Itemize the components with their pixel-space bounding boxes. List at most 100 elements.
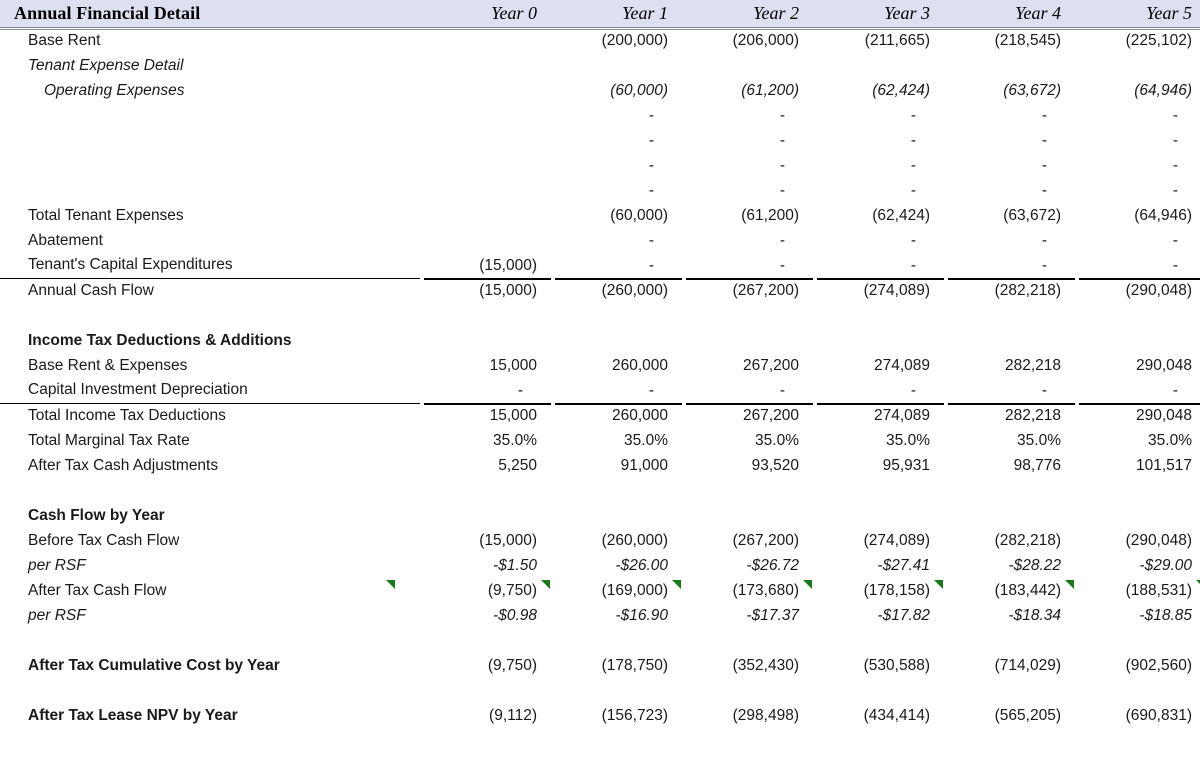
cell-after-tax-per-rsf-y1[interactable]: -$16.90 [551,603,682,628]
cell-income-tax-section-y2[interactable] [682,328,813,353]
cell-tenant-expense-detail-y3[interactable] [813,53,944,78]
cell-total-marginal-tax-rate-y5[interactable]: 35.0% [1075,428,1200,453]
cell-total-tenant-expenses-y3[interactable]: (62,424) [813,203,944,228]
cell-total-marginal-tax-rate-y0[interactable]: 35.0% [420,428,551,453]
cell-total-income-tax-deductions-y2[interactable]: 267,200 [682,403,813,428]
cell-total-marginal-tax-rate-y1[interactable]: 35.0% [551,428,682,453]
cell-blank-expense-1-y3[interactable]: - [813,103,944,128]
cell-before-tax-per-rsf-y5[interactable]: -$29.00 [1075,553,1200,578]
cell-blank-expense-1-y1[interactable]: - [551,103,682,128]
cell-before-tax-cash-flow-y3[interactable]: (274,089) [813,528,944,553]
cell-after-tax-per-rsf-y4[interactable]: -$18.34 [944,603,1075,628]
cell-base-rent-and-expenses-y1[interactable]: 260,000 [551,353,682,378]
cell-tenant-expense-detail-y2[interactable] [682,53,813,78]
cell-income-tax-section-y5[interactable] [1075,328,1200,353]
cell-before-tax-cash-flow-y5[interactable]: (290,048) [1075,528,1200,553]
cell-after-tax-cash-adjustments-y1[interactable]: 91,000 [551,453,682,478]
cell-after-tax-per-rsf-y5[interactable]: -$18.85 [1075,603,1200,628]
cell-after-tax-cash-adjustments-y4[interactable]: 98,776 [944,453,1075,478]
cell-base-rent-and-expenses-y0[interactable]: 15,000 [420,353,551,378]
cell-tenant-expense-detail-y5[interactable] [1075,53,1200,78]
cell-cash-flow-section-y1[interactable] [551,503,682,528]
cell-tenants-capital-expenditures-y4[interactable]: - [944,253,1075,280]
cell-after-tax-cumulative-cost-y5[interactable]: (902,560) [1075,653,1200,678]
cell-operating-expenses-y1[interactable]: (60,000) [551,78,682,103]
cell-cash-flow-section-y5[interactable] [1075,503,1200,528]
cell-abatement-y5[interactable]: - [1075,228,1200,253]
cell-blank-expense-2-y3[interactable]: - [813,128,944,153]
cell-blank-expense-1-y4[interactable]: - [944,103,1075,128]
cell-blank-expense-4-y5[interactable]: - [1075,178,1200,203]
cell-blank-expense-1-y0[interactable] [420,103,551,128]
cell-operating-expenses-y0[interactable] [420,78,551,103]
cell-total-income-tax-deductions-y3[interactable]: 274,089 [813,403,944,428]
cell-total-tenant-expenses-y5[interactable]: (64,946) [1075,203,1200,228]
cell-after-tax-cash-flow-y3[interactable]: (178,158) [813,578,944,603]
cell-base-rent-y0[interactable] [420,28,551,53]
cell-income-tax-section-y3[interactable] [813,328,944,353]
cell-blank-expense-2-y2[interactable]: - [682,128,813,153]
cell-total-marginal-tax-rate-y4[interactable]: 35.0% [944,428,1075,453]
cell-blank-expense-4-y0[interactable] [420,178,551,203]
cell-base-rent-y1[interactable]: (200,000) [551,28,682,53]
cell-capital-investment-depreciation-y0[interactable]: - [420,378,551,405]
cell-blank-expense-1-y5[interactable]: - [1075,103,1200,128]
cell-abatement-y0[interactable] [420,228,551,253]
cell-total-income-tax-deductions-y5[interactable]: 290,048 [1075,403,1200,428]
cell-tenants-capital-expenditures-y3[interactable]: - [813,253,944,280]
cell-tenants-capital-expenditures-y0[interactable]: (15,000) [420,253,551,280]
cell-abatement-y4[interactable]: - [944,228,1075,253]
cell-before-tax-cash-flow-y0[interactable]: (15,000) [420,528,551,553]
cell-after-tax-cash-adjustments-y0[interactable]: 5,250 [420,453,551,478]
cell-total-tenant-expenses-y2[interactable]: (61,200) [682,203,813,228]
cell-annual-cash-flow-y2[interactable]: (267,200) [682,278,813,303]
cell-blank-expense-4-y1[interactable]: - [551,178,682,203]
cell-tenants-capital-expenditures-y1[interactable]: - [551,253,682,280]
cell-annual-cash-flow-y4[interactable]: (282,218) [944,278,1075,303]
cell-before-tax-cash-flow-y4[interactable]: (282,218) [944,528,1075,553]
cell-tenant-expense-detail-y4[interactable] [944,53,1075,78]
cell-blank-expense-4-y3[interactable]: - [813,178,944,203]
cell-after-tax-cash-adjustments-y5[interactable]: 101,517 [1075,453,1200,478]
cell-cash-flow-section-y4[interactable] [944,503,1075,528]
cell-capital-investment-depreciation-y1[interactable]: - [551,378,682,405]
cell-after-tax-cumulative-cost-y4[interactable]: (714,029) [944,653,1075,678]
cell-income-tax-section-y4[interactable] [944,328,1075,353]
cell-before-tax-cash-flow-y1[interactable]: (260,000) [551,528,682,553]
cell-blank-expense-3-y5[interactable]: - [1075,153,1200,178]
cell-total-marginal-tax-rate-y3[interactable]: 35.0% [813,428,944,453]
cell-annual-cash-flow-y1[interactable]: (260,000) [551,278,682,303]
cell-income-tax-section-y1[interactable] [551,328,682,353]
cell-annual-cash-flow-y3[interactable]: (274,089) [813,278,944,303]
cell-before-tax-per-rsf-y3[interactable]: -$27.41 [813,553,944,578]
cell-base-rent-and-expenses-y5[interactable]: 290,048 [1075,353,1200,378]
cell-after-tax-cash-adjustments-y3[interactable]: 95,931 [813,453,944,478]
cell-income-tax-section-y0[interactable] [420,328,551,353]
cell-after-tax-lease-npv-y4[interactable]: (565,205) [944,703,1075,728]
cell-capital-investment-depreciation-y3[interactable]: - [813,378,944,405]
cell-blank-expense-3-y1[interactable]: - [551,153,682,178]
cell-after-tax-cumulative-cost-y0[interactable]: (9,750) [420,653,551,678]
cell-after-tax-cash-flow-y5[interactable]: (188,531) [1075,578,1200,603]
cell-after-tax-lease-npv-y1[interactable]: (156,723) [551,703,682,728]
cell-tenant-expense-detail-y1[interactable] [551,53,682,78]
cell-base-rent-y5[interactable]: (225,102) [1075,28,1200,53]
cell-before-tax-per-rsf-y1[interactable]: -$26.00 [551,553,682,578]
cell-cash-flow-section-y2[interactable] [682,503,813,528]
cell-blank-expense-1-y2[interactable]: - [682,103,813,128]
cell-tenants-capital-expenditures-y2[interactable]: - [682,253,813,280]
cell-blank-expense-4-y2[interactable]: - [682,178,813,203]
cell-operating-expenses-y4[interactable]: (63,672) [944,78,1075,103]
cell-total-tenant-expenses-y4[interactable]: (63,672) [944,203,1075,228]
cell-after-tax-lease-npv-y3[interactable]: (434,414) [813,703,944,728]
cell-total-marginal-tax-rate-y2[interactable]: 35.0% [682,428,813,453]
cell-after-tax-per-rsf-y3[interactable]: -$17.82 [813,603,944,628]
cell-after-tax-cumulative-cost-y3[interactable]: (530,588) [813,653,944,678]
cell-annual-cash-flow-y5[interactable]: (290,048) [1075,278,1200,303]
cell-blank-expense-2-y0[interactable] [420,128,551,153]
cell-cash-flow-section-y0[interactable] [420,503,551,528]
cell-after-tax-cash-flow-y1[interactable]: (169,000) [551,578,682,603]
cell-capital-investment-depreciation-y5[interactable]: - [1075,378,1200,405]
cell-before-tax-per-rsf-y2[interactable]: -$26.72 [682,553,813,578]
cell-after-tax-lease-npv-y5[interactable]: (690,831) [1075,703,1200,728]
